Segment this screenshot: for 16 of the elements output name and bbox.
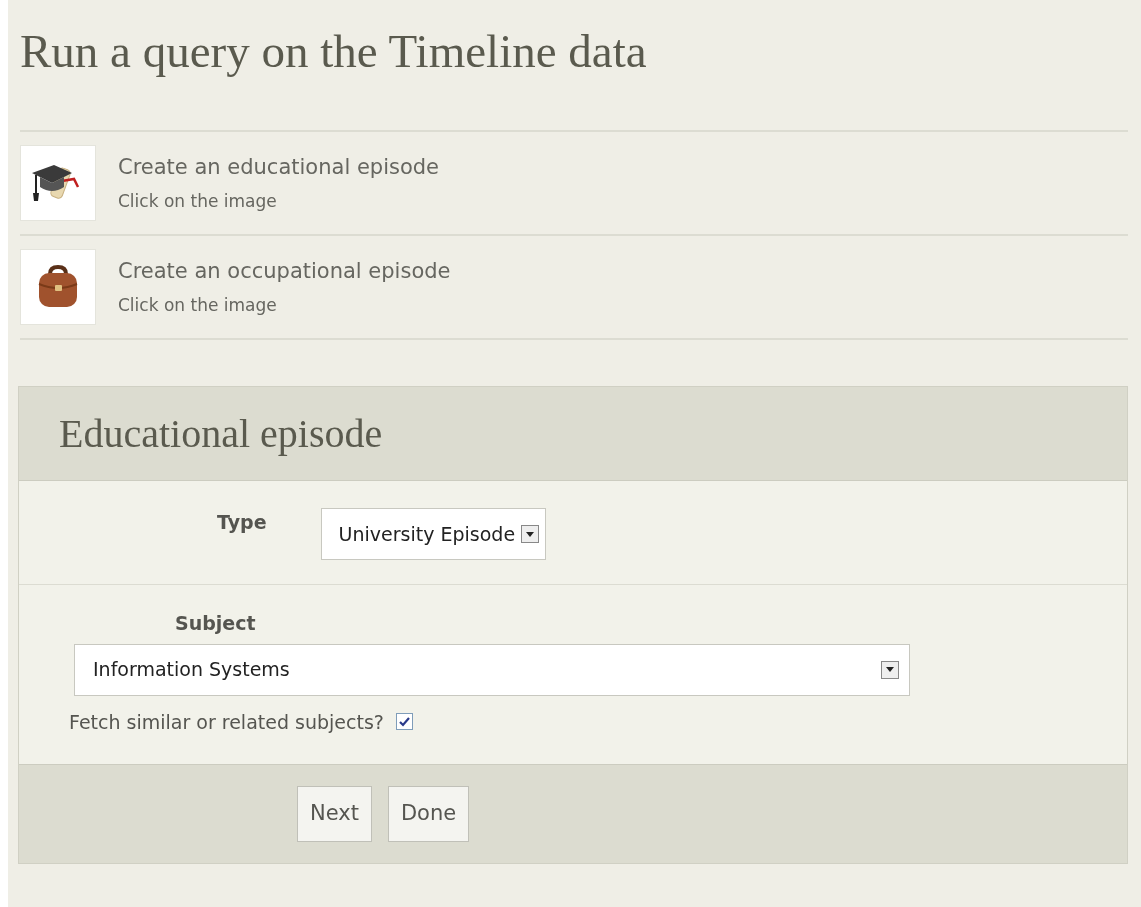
option-hint: Click on the image xyxy=(118,294,278,317)
form-button[interactable]: Next xyxy=(297,786,372,842)
option-title: Create an occupational episode xyxy=(118,257,451,285)
type-select[interactable]: University Episode xyxy=(320,508,547,560)
subject-select[interactable]: Information Systems xyxy=(74,643,910,696)
image-button[interactable] xyxy=(20,145,96,221)
field-label: Type xyxy=(217,510,267,535)
image-button[interactable] xyxy=(20,249,96,325)
page-title: Run a query on the Timeline data xyxy=(19,28,647,75)
form-button[interactable]: Done xyxy=(387,786,470,842)
field-label: Subject xyxy=(175,611,256,636)
option-hint: Click on the image xyxy=(118,190,278,213)
related-checkbox[interactable] xyxy=(395,713,413,731)
section-title: Educational episode xyxy=(59,409,383,458)
checkbox-label: Fetch similar or related subjects? xyxy=(69,709,384,735)
option-title: Create an educational episode xyxy=(118,153,439,181)
